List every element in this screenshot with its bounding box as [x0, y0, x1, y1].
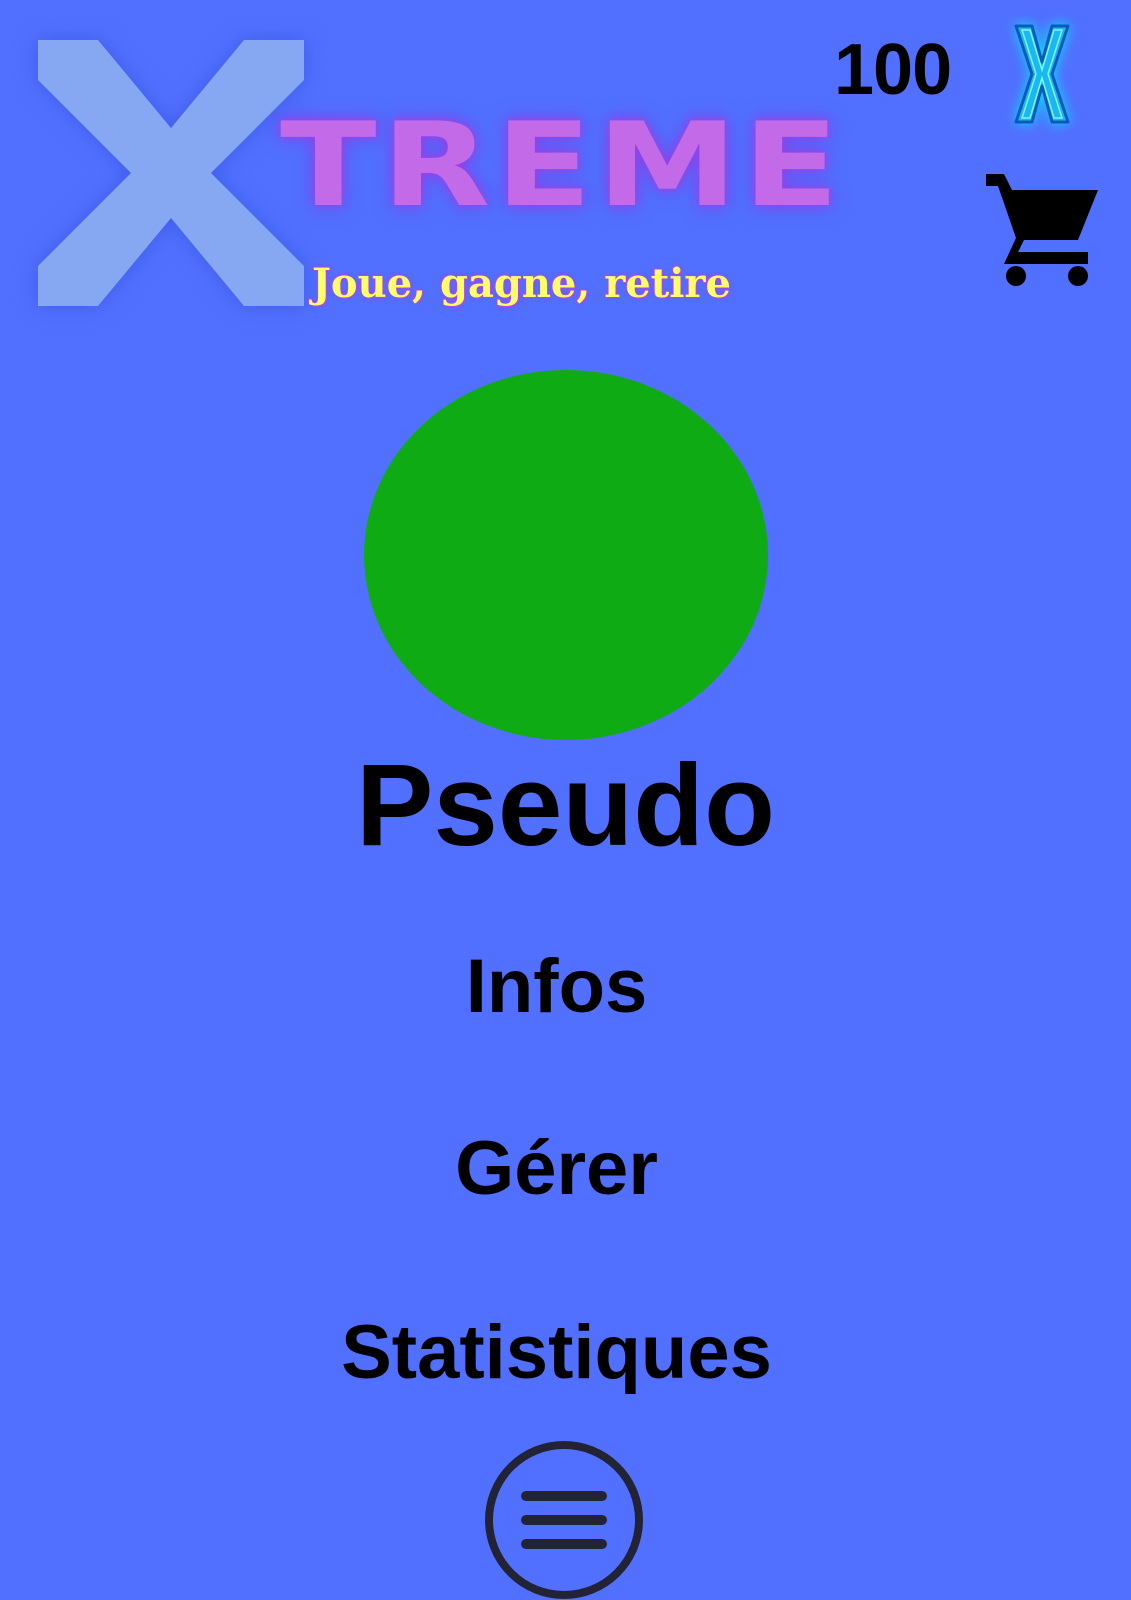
- logo-tagline: Joue, gagne, retire: [312, 260, 731, 307]
- logo-x-letter: [38, 40, 304, 306]
- menu-item-statistiques[interactable]: Statistiques: [0, 1308, 1113, 1398]
- x-coin-icon: [1014, 24, 1070, 124]
- avatar[interactable]: [364, 370, 768, 740]
- logo-word: TREME: [280, 98, 845, 233]
- hamburger-menu-icon[interactable]: [484, 1440, 644, 1600]
- shopping-cart-icon[interactable]: [980, 168, 1104, 292]
- app-logo: TREME Joue, gagne, retire: [0, 0, 839, 340]
- coin-balance: 100: [834, 30, 952, 110]
- username: Pseudo: [356, 740, 775, 870]
- menu-item-gerer[interactable]: Gérer: [0, 1124, 1113, 1214]
- menu-item-infos[interactable]: Infos: [0, 942, 1113, 1032]
